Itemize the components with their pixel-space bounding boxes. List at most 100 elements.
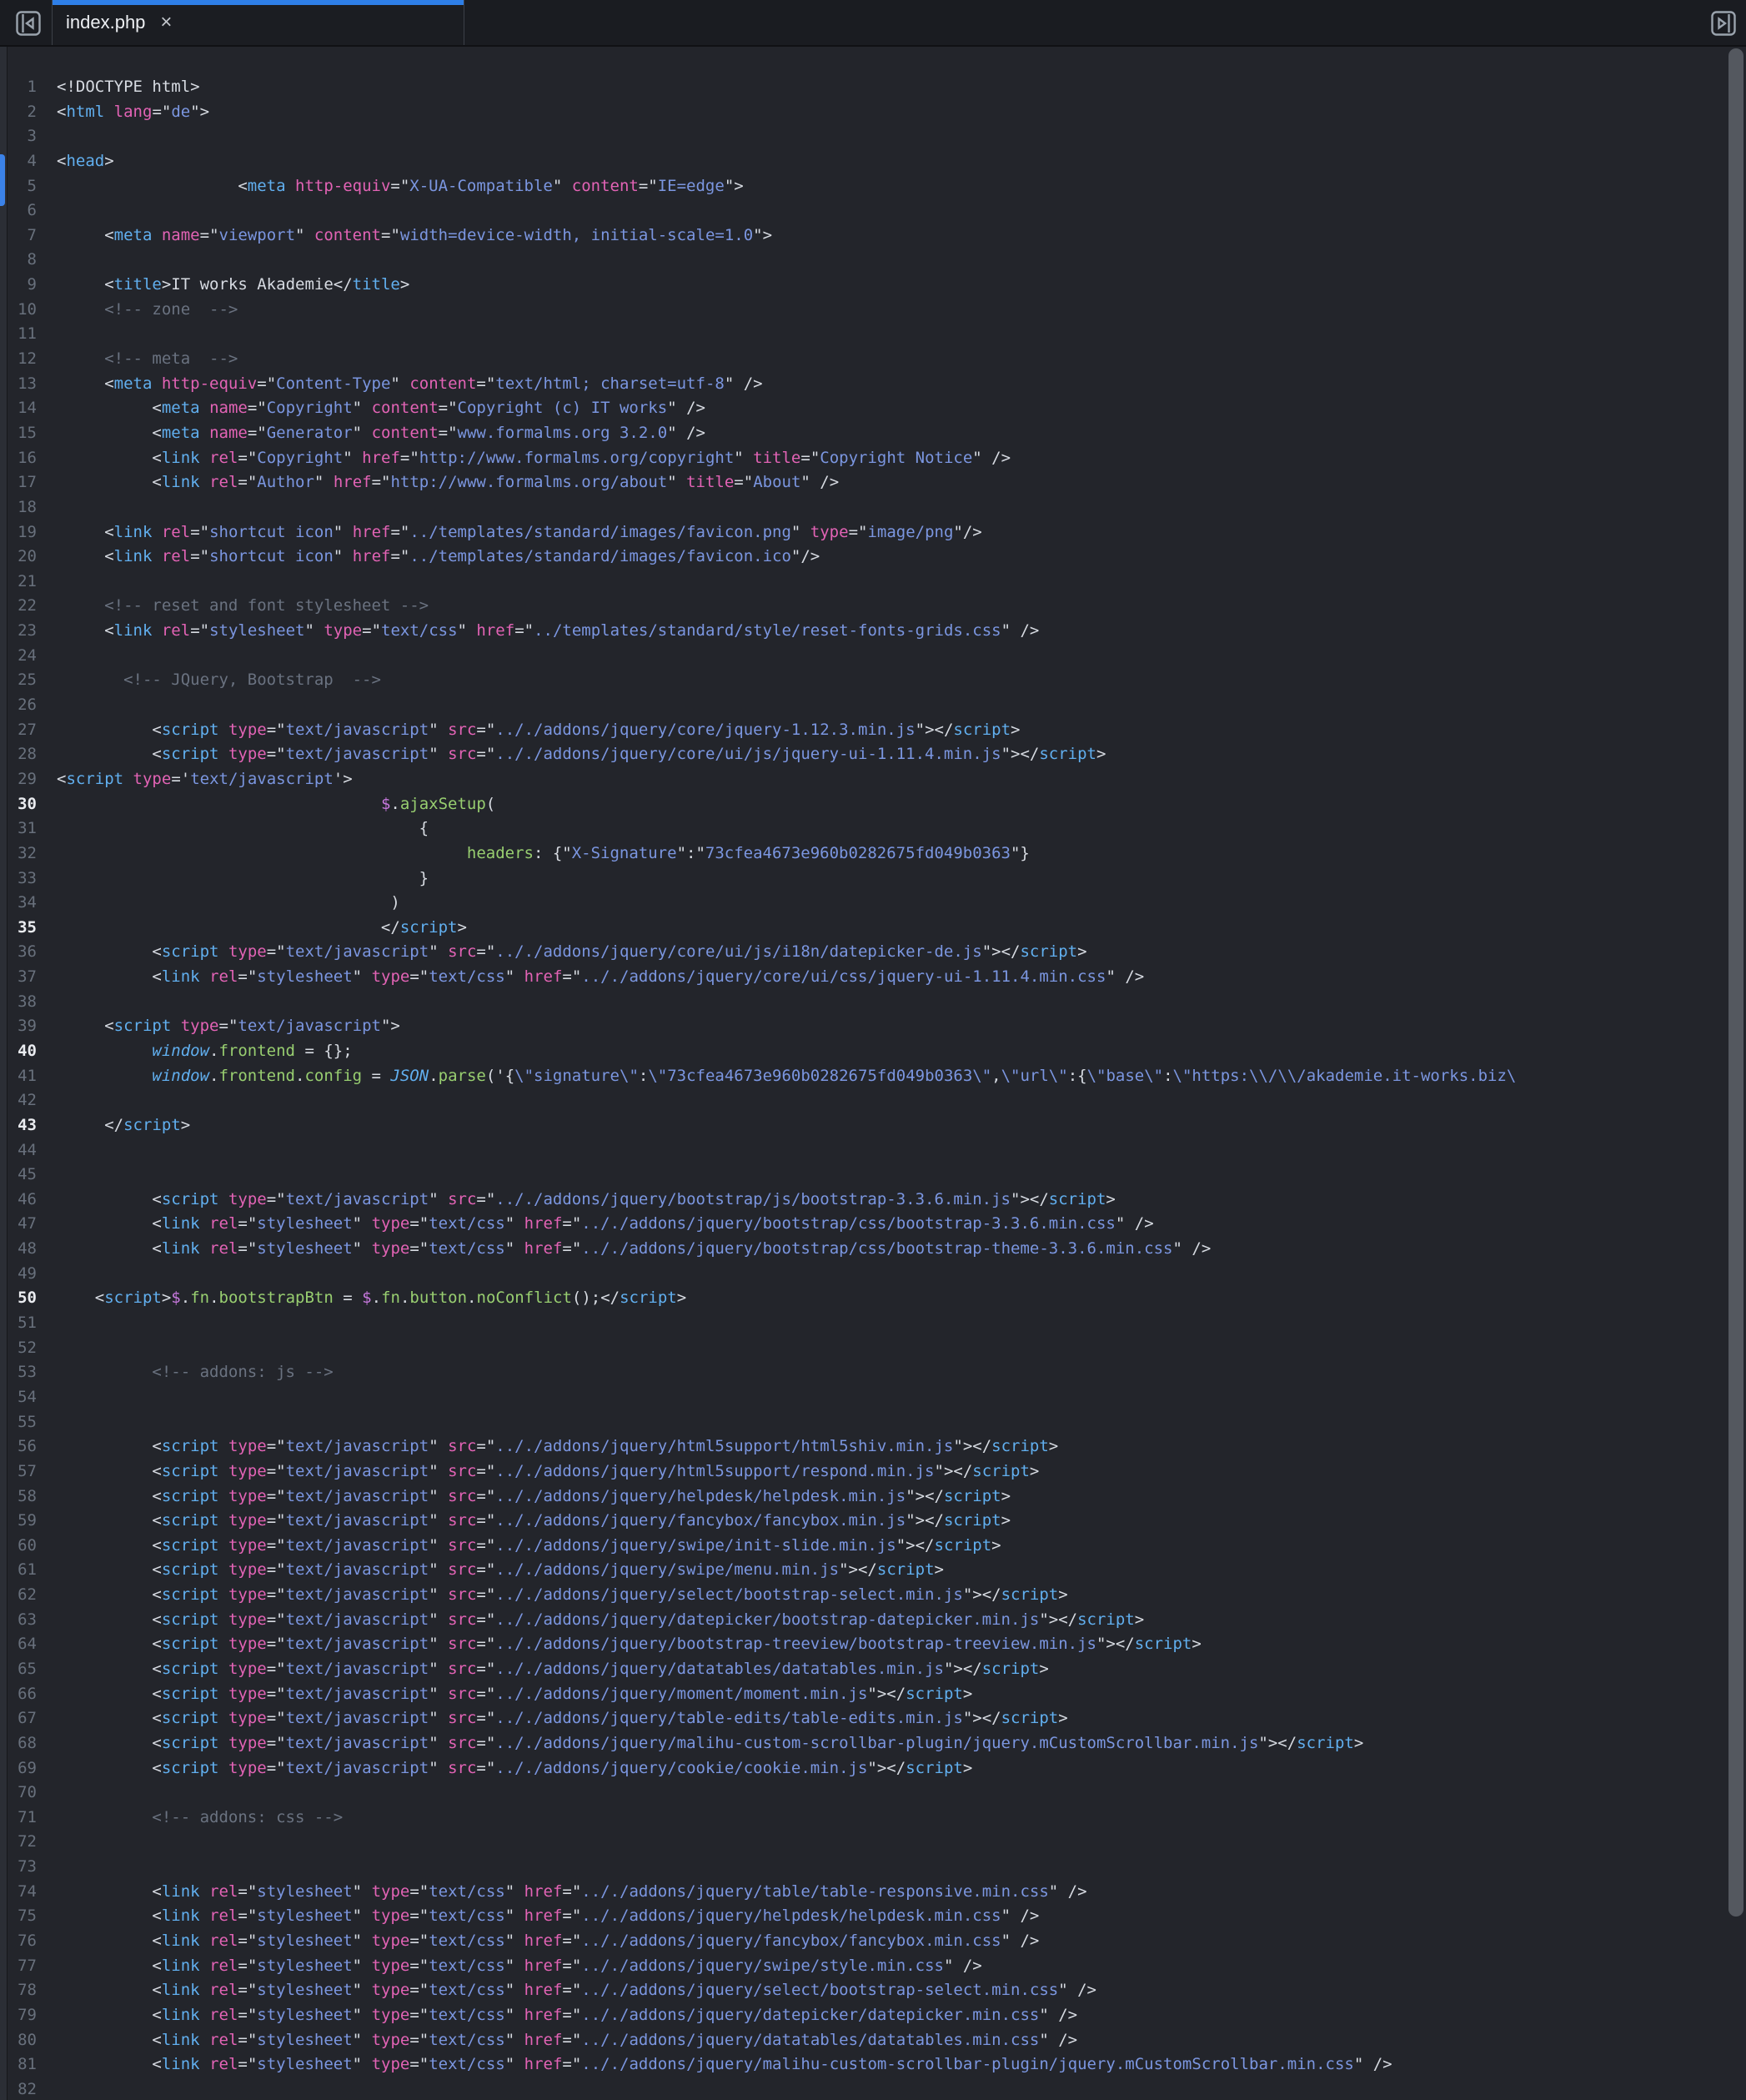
code-line[interactable]: 15 <meta name="Generator" content="www.f… [0,421,1746,446]
code-line[interactable]: 39 <script type="text/javascript"> [0,1014,1746,1039]
vertical-scrollbar-thumb[interactable] [1728,48,1743,1917]
code-line[interactable]: 34 ) [0,891,1746,916]
code-line[interactable]: 41 window.frontend.config = JSON.parse('… [0,1064,1746,1089]
code-line-text: <title>IT works Akademie</title> [42,273,409,298]
code-line[interactable]: 74 <link rel="stylesheet" type="text/css… [0,1880,1746,1905]
code-line[interactable]: 26 [0,693,1746,718]
code-line-text [42,1088,57,1113]
code-line[interactable]: 62 <script type="text/javascript" src=".… [0,1583,1746,1608]
code-line-text: <script type="text/javascript" src="../.… [42,940,1087,965]
code-line[interactable]: 51 [0,1311,1746,1336]
code-line-text: <link rel="stylesheet" type="text/css" h… [42,965,1144,990]
expand-right-sidebar-icon[interactable] [1711,11,1736,36]
code-line[interactable]: 77 <link rel="stylesheet" type="text/css… [0,1954,1746,1979]
code-line[interactable]: 10 <!-- zone --> [0,298,1746,323]
code-line[interactable]: 72 [0,1830,1746,1855]
code-line[interactable]: 9 <title>IT works Akademie</title> [0,273,1746,298]
code-line[interactable]: 80 <link rel="stylesheet" type="text/css… [0,2028,1746,2053]
code-line[interactable]: 61 <script type="text/javascript" src=".… [0,1558,1746,1583]
code-line[interactable]: 52 [0,1336,1746,1361]
code-line[interactable]: 17 <link rel="Author" href="http://www.f… [0,470,1746,495]
code-line[interactable]: 50 <script>$.fn.bootstrapBtn = $.fn.butt… [0,1286,1746,1311]
code-line[interactable]: 71 <!-- addons: css --> [0,1806,1746,1831]
collapse-left-sidebar-icon[interactable] [16,11,41,36]
code-line[interactable]: 76 <link rel="stylesheet" type="text/css… [0,1929,1746,1954]
code-line[interactable]: 55 [0,1410,1746,1435]
tab-index-php[interactable]: index.php × [52,0,464,45]
code-line[interactable]: 20 <link rel="shortcut icon" href="../te… [0,545,1746,570]
code-line[interactable]: 14 <meta name="Copyright" content="Copyr… [0,396,1746,421]
code-line[interactable]: 3 [0,124,1746,149]
code-line[interactable]: 81 <link rel="stylesheet" type="text/css… [0,2052,1746,2077]
code-line[interactable]: 49 [0,1262,1746,1287]
code-line-text: <link rel="stylesheet" type="text/css" h… [42,2052,1392,2077]
code-line[interactable]: 5 <meta http-equiv="X-UA-Compatible" con… [0,174,1746,199]
code-line[interactable]: 13 <meta http-equiv="Content-Type" conte… [0,372,1746,397]
code-line[interactable]: 54 [0,1385,1746,1410]
code-line[interactable]: 63 <script type="text/javascript" src=".… [0,1608,1746,1633]
code-line[interactable]: 35 </script> [0,916,1746,941]
code-line[interactable]: 79 <link rel="stylesheet" type="text/css… [0,2003,1746,2028]
code-line[interactable]: 23 <link rel="stylesheet" type="text/css… [0,619,1746,644]
code-line[interactable]: 78 <link rel="stylesheet" type="text/css… [0,1978,1746,2003]
code-line-text [42,1336,57,1361]
code-line[interactable]: 4<head> [0,149,1746,174]
code-line[interactable]: 38 [0,990,1746,1015]
code-line[interactable]: 64 <script type="text/javascript" src=".… [0,1632,1746,1657]
code-line[interactable]: 73 [0,1855,1746,1880]
code-line[interactable]: 82 [0,2077,1746,2100]
code-line[interactable]: 57 <script type="text/javascript" src=".… [0,1459,1746,1485]
code-line[interactable]: 66 <script type="text/javascript" src=".… [0,1682,1746,1707]
code-line[interactable]: 6 [0,198,1746,224]
code-line[interactable]: 65 <script type="text/javascript" src=".… [0,1657,1746,1682]
tab-close-icon[interactable]: × [160,13,172,33]
code-line[interactable]: 8 [0,248,1746,273]
code-line[interactable]: 11 [0,322,1746,347]
code-line-text: <meta name="viewport" content="width=dev… [42,224,772,249]
code-line[interactable]: 29<script type='text/javascript'> [0,767,1746,792]
code-line[interactable]: 22 <!-- reset and font stylesheet --> [0,594,1746,619]
code-line-text: <script type="text/javascript" src="../.… [42,1608,1144,1633]
code-line[interactable]: 19 <link rel="shortcut icon" href="../te… [0,520,1746,545]
code-line[interactable]: 30 $.ajaxSetup( [0,792,1746,817]
code-line[interactable]: 33 } [0,867,1746,892]
code-line[interactable]: 40 window.frontend = {}; [0,1039,1746,1064]
code-line-text: <link rel="shortcut icon" href="../templ… [42,520,982,545]
code-line[interactable]: 18 [0,495,1746,520]
code-line-text: <script type="text/javascript" src="../.… [42,1632,1202,1657]
code-line[interactable]: 2<html lang="de"> [0,100,1746,125]
code-line[interactable]: 28 <script type="text/javascript" src=".… [0,742,1746,767]
code-line[interactable]: 59 <script type="text/javascript" src=".… [0,1509,1746,1534]
code-line[interactable]: 37 <link rel="stylesheet" type="text/css… [0,965,1746,990]
code-line[interactable]: 16 <link rel="Copyright" href="http://ww… [0,446,1746,471]
code-line-text: } [42,867,429,892]
code-line[interactable]: 56 <script type="text/javascript" src=".… [0,1434,1746,1459]
code-line[interactable]: 53 <!-- addons: js --> [0,1360,1746,1385]
code-line[interactable]: 47 <link rel="stylesheet" type="text/css… [0,1212,1746,1237]
code-line[interactable]: 45 [0,1163,1746,1188]
code-line[interactable]: 58 <script type="text/javascript" src=".… [0,1485,1746,1510]
code-line[interactable]: 42 [0,1088,1746,1113]
code-line[interactable]: 25 <!-- JQuery, Bootstrap --> [0,668,1746,693]
code-line[interactable]: 75 <link rel="stylesheet" type="text/css… [0,1904,1746,1929]
code-editor-area[interactable]: 1<!DOCTYPE html>2<html lang="de">34<head… [0,47,1746,2100]
code-line-text [42,2077,57,2100]
code-line[interactable]: 48 <link rel="stylesheet" type="text/css… [0,1237,1746,1262]
code-line[interactable]: 7 <meta name="viewport" content="width=d… [0,224,1746,249]
code-line[interactable]: 43 </script> [0,1113,1746,1138]
code-line[interactable]: 44 [0,1138,1746,1163]
code-line[interactable]: 24 [0,644,1746,669]
code-line[interactable]: 1<!DOCTYPE html> [0,75,1746,100]
code-line[interactable]: 70 [0,1781,1746,1806]
code-line[interactable]: 36 <script type="text/javascript" src=".… [0,940,1746,965]
code-line[interactable]: 67 <script type="text/javascript" src=".… [0,1706,1746,1731]
code-line[interactable]: 31 { [0,816,1746,842]
code-line[interactable]: 32 headers: {"X-Signature":"73cfea4673e9… [0,842,1746,867]
code-line[interactable]: 12 <!-- meta --> [0,347,1746,372]
code-line[interactable]: 69 <script type="text/javascript" src=".… [0,1756,1746,1781]
code-line[interactable]: 21 [0,570,1746,595]
code-line[interactable]: 60 <script type="text/javascript" src=".… [0,1534,1746,1559]
code-line[interactable]: 46 <script type="text/javascript" src=".… [0,1188,1746,1213]
code-line[interactable]: 68 <script type="text/javascript" src=".… [0,1731,1746,1756]
code-line[interactable]: 27 <script type="text/javascript" src=".… [0,718,1746,743]
